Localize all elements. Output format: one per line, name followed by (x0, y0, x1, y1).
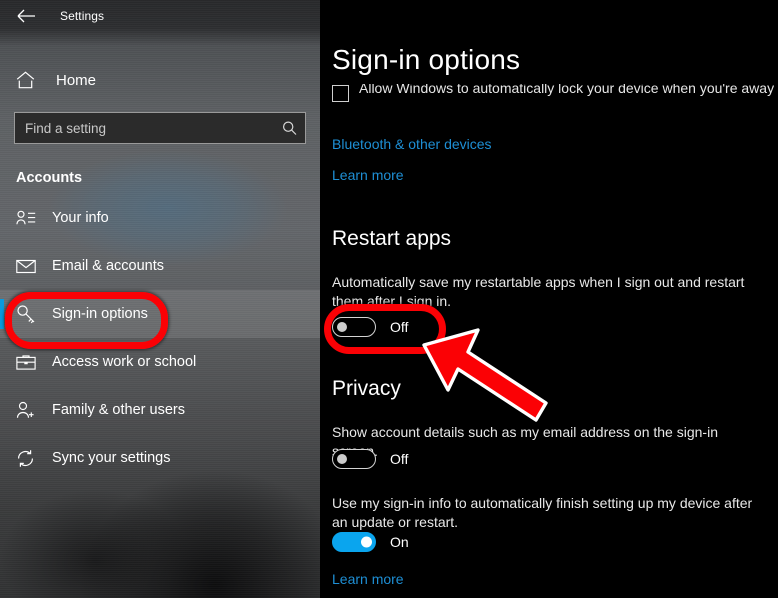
sidebar-item-your-info[interactable]: Your info (0, 194, 320, 242)
back-arrow-icon[interactable] (12, 2, 40, 30)
search-input[interactable] (14, 112, 306, 144)
auto-lock-setting-row[interactable]: Allow Windows to automatically lock your… (332, 84, 774, 102)
person-add-icon (16, 399, 38, 421)
toggle-knob (337, 322, 347, 332)
sidebar-item-email-accounts-label: Email & accounts (52, 258, 165, 274)
page-header: Sign-in options (332, 44, 539, 76)
section-heading-restart-apps: Restart apps (332, 227, 452, 250)
sidebar-item-sync-your-settings-label: Sync your settings (52, 450, 171, 466)
use-sign-in-info-toggle-state: On (390, 534, 409, 550)
page-title: Sign-in options (332, 44, 521, 75)
sidebar-item-home-label: Home (56, 71, 97, 89)
settings-window: Settings Home Find a setting Accounts Yo… (0, 0, 778, 598)
sidebar-item-access-work-school-label: Access work or school (52, 354, 197, 370)
sidebar-item-your-info-label: Your info (52, 210, 109, 226)
envelope-icon (16, 255, 38, 277)
sidebar: Settings Home Find a setting Accounts Yo… (0, 0, 320, 598)
sidebar-item-access-work-school[interactable]: Access work or school (0, 338, 320, 386)
sidebar-item-family-other-users-label: Family & other users (52, 402, 185, 418)
show-account-details-toggle[interactable] (332, 449, 376, 469)
briefcase-icon (16, 351, 38, 373)
search-box[interactable] (14, 112, 306, 144)
sidebar-item-email-accounts[interactable]: Email & accounts (0, 242, 320, 290)
sidebar-nav-list: Your info Email & accounts Sign-in optio… (0, 194, 320, 482)
key-icon (16, 303, 38, 325)
content-pane: Allow Windows to automatically lock your… (320, 0, 778, 598)
sidebar-item-family-other-users[interactable]: Family & other users (0, 386, 320, 434)
toggle-knob (337, 454, 347, 464)
sidebar-item-sync-your-settings[interactable]: Sync your settings (0, 434, 320, 482)
show-account-details-toggle-state: Off (390, 451, 409, 467)
link-learn-more-top[interactable]: Learn more (332, 167, 404, 183)
link-bluetooth-other-devices[interactable]: Bluetooth & other devices (332, 136, 492, 152)
person-info-icon (16, 207, 38, 229)
privacy-setting-2-description: Use my sign-in info to automatically fin… (332, 495, 753, 530)
privacy-setting-1-toggle-row[interactable]: Off (332, 449, 408, 469)
sidebar-category-heading: Accounts (16, 170, 83, 186)
sidebar-item-sign-in-options[interactable]: Sign-in options (0, 290, 320, 338)
sync-icon (16, 447, 38, 469)
title-bar: Settings (0, 0, 320, 32)
checkbox-unchecked-icon[interactable] (332, 85, 349, 102)
privacy-setting-2-toggle-row[interactable]: On (332, 532, 409, 552)
use-sign-in-info-toggle[interactable] (332, 532, 376, 552)
auto-lock-setting-label: Allow Windows to automatically lock your… (359, 84, 775, 96)
sidebar-item-home[interactable]: Home (0, 60, 320, 100)
sidebar-item-sign-in-options-label: Sign-in options (52, 306, 148, 322)
restart-apps-toggle-state: Off (390, 319, 409, 335)
app-title: Settings (60, 9, 105, 23)
restart-apps-toggle[interactable] (332, 317, 376, 337)
link-learn-more-bottom[interactable]: Learn more (332, 571, 404, 587)
home-icon (16, 71, 40, 89)
restart-apps-description: Automatically save my restartable apps w… (332, 274, 745, 309)
restart-apps-toggle-row[interactable]: Off (332, 317, 408, 337)
toggle-knob (361, 536, 372, 548)
section-heading-privacy: Privacy (332, 377, 401, 400)
